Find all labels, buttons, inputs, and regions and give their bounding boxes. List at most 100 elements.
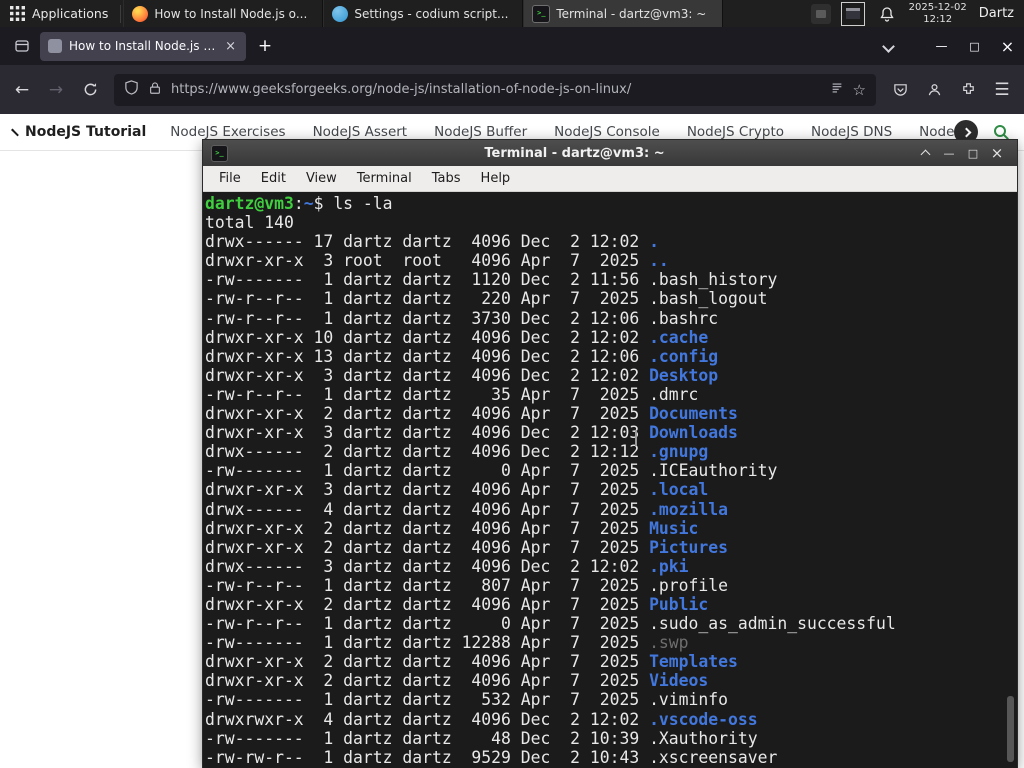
terminal-entry-line: -rw------- 1 dartz dartz 48 Dec 2 10:39 …: [205, 729, 1017, 748]
lock-icon[interactable]: [148, 80, 162, 99]
terminal-menu-view[interactable]: View: [296, 166, 347, 191]
site-nav-item[interactable]: NodeJS DNS: [811, 124, 892, 140]
entry-name: .config: [649, 346, 719, 366]
browser-minimize-button[interactable]: —: [925, 27, 958, 65]
prompt-symbol: $: [313, 194, 334, 213]
terminal-output[interactable]: dartz@vm3:~$ ls -la total 140 drwx------ 1…: [203, 192, 1017, 768]
entry-name: .ICEauthority: [649, 461, 778, 481]
browser-tab-bar: How to Install Node.js on... × + — □ ×: [0, 27, 1024, 65]
chevron-right-icon: [961, 127, 972, 137]
entry-details: drwxr-xr-x 2 dartz dartz 4096 Apr 7 2025: [205, 518, 650, 538]
url-text[interactable]: https://www.geeksforgeeks.org/node-js/in…: [171, 82, 821, 97]
terminal-minimize-button[interactable]: —: [937, 140, 961, 166]
system-tray: [810, 1, 865, 26]
site-nav-item[interactable]: NodeJS Buffer: [434, 124, 527, 140]
browser-close-button[interactable]: ×: [991, 27, 1024, 65]
terminal-entry-line: -rw------- 1 dartz dartz 12288 Apr 7 202…: [205, 633, 1017, 652]
terminal-maximize-button[interactable]: □: [961, 140, 985, 166]
tray-icon-focused-window[interactable]: [840, 1, 865, 26]
terminal-scrollbar-thumb[interactable]: [1007, 696, 1014, 762]
clock-date: 2025-12-02: [908, 1, 967, 13]
terminal-window-icon: >_: [211, 144, 228, 162]
taskbar-user-label[interactable]: Dartz: [979, 6, 1014, 21]
entry-details: -rw-r--r-- 1 dartz dartz 3730 Dec 2 12:0…: [205, 308, 650, 328]
taskbar-clock[interactable]: 2025-12-02 12:12: [909, 2, 967, 26]
entry-details: -rw-r--r-- 1 dartz dartz 0 Apr 7 2025: [205, 614, 650, 634]
chevron-left-icon[interactable]: [11, 128, 19, 136]
terminal-menu-help[interactable]: Help: [471, 166, 521, 191]
applications-grid-icon: [10, 6, 25, 21]
reload-button[interactable]: [74, 74, 106, 106]
terminal-entry-line: -rw-r--r-- 1 dartz dartz 807 Apr 7 2025 …: [205, 576, 1017, 595]
terminal-icon: >_: [532, 4, 551, 23]
entry-details: -rw------- 1 dartz dartz 532 Apr 7 2025: [205, 690, 650, 710]
firefox-view-icon[interactable]: [8, 32, 36, 60]
terminal-menubar: File Edit View Terminal Tabs Help: [203, 166, 1017, 192]
entry-details: -rw-r--r-- 1 dartz dartz 220 Apr 7 2025: [205, 289, 650, 309]
browser-tab[interactable]: How to Install Node.js on... ×: [40, 31, 246, 61]
entry-details: drwxr-xr-x 2 dartz dartz 4096 Apr 7 2025: [205, 537, 650, 557]
tracking-shield-icon[interactable]: [124, 80, 139, 99]
terminal-entry-line: drwx------ 4 dartz dartz 4096 Apr 7 2025…: [205, 500, 1017, 519]
site-nav-item[interactable]: Node: [919, 124, 954, 140]
entry-name: .sudo_as_admin_successful: [649, 614, 896, 634]
entry-details: -rw------- 1 dartz dartz 48 Dec 2 10:39: [205, 728, 650, 748]
taskbar: Applications How to Install Node.js o...…: [0, 0, 1024, 27]
entry-name: .dmrc: [649, 384, 699, 404]
tab-favicon: [48, 39, 62, 53]
search-icon[interactable]: [992, 123, 1010, 141]
bookmark-star-icon[interactable]: ☆: [853, 81, 866, 99]
terminal-menu-terminal[interactable]: Terminal: [347, 166, 422, 191]
taskbar-window-button[interactable]: Settings - codium script...: [323, 0, 524, 27]
terminal-close-button[interactable]: ×: [985, 140, 1009, 166]
terminal-entry-line: drwx------ 17 dartz dartz 4096 Dec 2 12:…: [205, 232, 1017, 251]
menu-hamburger-icon[interactable]: ☰: [986, 74, 1018, 106]
desktop: Applications How to Install Node.js o...…: [0, 0, 1024, 768]
url-bar[interactable]: https://www.geeksforgeeks.org/node-js/in…: [114, 73, 876, 106]
tab-close-button[interactable]: ×: [223, 39, 238, 54]
terminal-menu-tabs[interactable]: Tabs: [422, 166, 471, 191]
entry-name: .bash_history: [649, 270, 778, 290]
taskbar-window-button[interactable]: >_ Terminal - dartz@vm3: ~: [523, 0, 724, 27]
entry-details: drwxr-xr-x 3 root root 4096 Apr 7 2025: [205, 251, 650, 271]
list-all-tabs-button[interactable]: [873, 27, 903, 65]
taskbar-window-buttons: How to Install Node.js o... Settings - co…: [123, 0, 724, 27]
terminal-entry-line: drwxr-xr-x 2 dartz dartz 4096 Apr 7 2025…: [205, 652, 1017, 671]
extensions-puzzle-icon[interactable]: [952, 74, 984, 106]
browser-maximize-button[interactable]: □: [958, 27, 991, 65]
prompt-path: ~: [303, 194, 314, 213]
terminal-entry-line: -rw-rw-r-- 1 dartz dartz 9529 Dec 2 10:4…: [205, 748, 1017, 767]
entry-details: drwxr-xr-x 3 dartz dartz 4096 Dec 2 12:0…: [205, 423, 650, 443]
taskbar-window-title: How to Install Node.js o...: [154, 6, 308, 21]
firefox-icon: [132, 5, 149, 22]
terminal-titlebar[interactable]: >_ Terminal - dartz@vm3: ~ — □ ×: [203, 140, 1017, 166]
reader-view-icon[interactable]: [830, 80, 844, 99]
entry-name: .: [649, 232, 659, 252]
notifications-bell-icon[interactable]: [879, 6, 895, 22]
new-tab-button[interactable]: +: [252, 33, 278, 59]
entry-details: drwxr-xr-x 2 dartz dartz 4096 Apr 7 2025: [205, 594, 650, 614]
prompt-user: dartz@vm3: [205, 194, 294, 213]
entry-name: .swp: [649, 633, 689, 653]
site-nav-item[interactable]: NodeJS Crypto: [687, 124, 784, 140]
terminal-shade-button[interactable]: [913, 140, 937, 166]
entry-details: drwxr-xr-x 10 dartz dartz 4096 Dec 2 12:…: [205, 327, 650, 347]
terminal-menu-file[interactable]: File: [209, 166, 251, 191]
site-nav-back-label[interactable]: NodeJS Tutorial: [25, 124, 146, 140]
site-nav-item[interactable]: NodeJS Console: [554, 124, 660, 140]
applications-menu-button[interactable]: Applications: [0, 0, 118, 27]
back-button[interactable]: ←: [6, 74, 38, 106]
taskbar-window-button[interactable]: How to Install Node.js o...: [123, 0, 324, 27]
tray-icon[interactable]: [810, 3, 831, 24]
terminal-entry-line: drwxr-xr-x 10 dartz dartz 4096 Dec 2 12:…: [205, 328, 1017, 347]
site-nav-item[interactable]: NodeJS Assert: [313, 124, 408, 140]
taskbar-separator: [120, 4, 122, 23]
account-icon[interactable]: [918, 74, 950, 106]
terminal-menu-edit[interactable]: Edit: [251, 166, 296, 191]
entry-details: drwxr-xr-x 3 dartz dartz 4096 Dec 2 12:0…: [205, 365, 650, 385]
applications-menu-label: Applications: [32, 6, 109, 21]
terminal-entry-line: -rw------- 1 dartz dartz 532 Apr 7 2025 …: [205, 690, 1017, 709]
pocket-icon[interactable]: [884, 74, 916, 106]
forward-button[interactable]: →: [40, 74, 72, 106]
site-nav-item[interactable]: NodeJS Exercises: [170, 124, 285, 140]
